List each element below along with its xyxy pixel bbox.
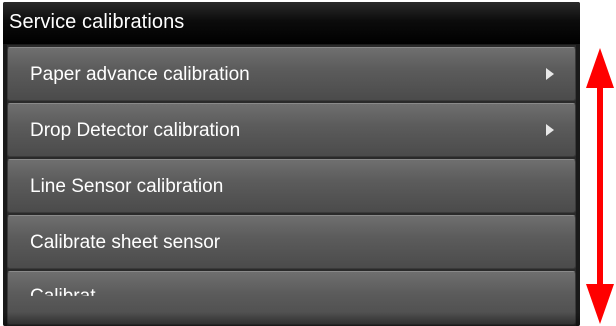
printer-front-panel-screen: Service calibrations Paper advance calib… xyxy=(3,2,580,326)
menu-item-label: Line Sensor calibration xyxy=(30,176,224,197)
calibration-menu-list[interactable]: Paper advance calibration Drop Detector … xyxy=(7,45,576,326)
menu-item-paper-advance-calibration[interactable]: Paper advance calibration xyxy=(7,47,576,101)
double-headed-vertical-arrow-icon xyxy=(586,48,614,324)
chevron-right-icon xyxy=(546,124,554,136)
menu-item-label: Calibrate sheet sensor xyxy=(30,232,221,253)
title-bar: Service calibrations xyxy=(3,2,580,44)
list-bottom-shadow xyxy=(3,312,580,326)
menu-item-drop-detector-calibration[interactable]: Drop Detector calibration xyxy=(7,103,576,157)
chevron-right-icon xyxy=(546,68,554,80)
menu-item-calibrate-sheet-sensor[interactable]: Calibrate sheet sensor xyxy=(7,215,576,269)
menu-item-label: Paper advance calibration xyxy=(30,64,250,85)
menu-item-label: Calibrat... xyxy=(30,286,112,307)
menu-item-line-sensor-calibration[interactable]: Line Sensor calibration xyxy=(7,159,576,213)
page-title: Service calibrations xyxy=(9,11,185,33)
menu-item-label: Drop Detector calibration xyxy=(30,120,241,141)
